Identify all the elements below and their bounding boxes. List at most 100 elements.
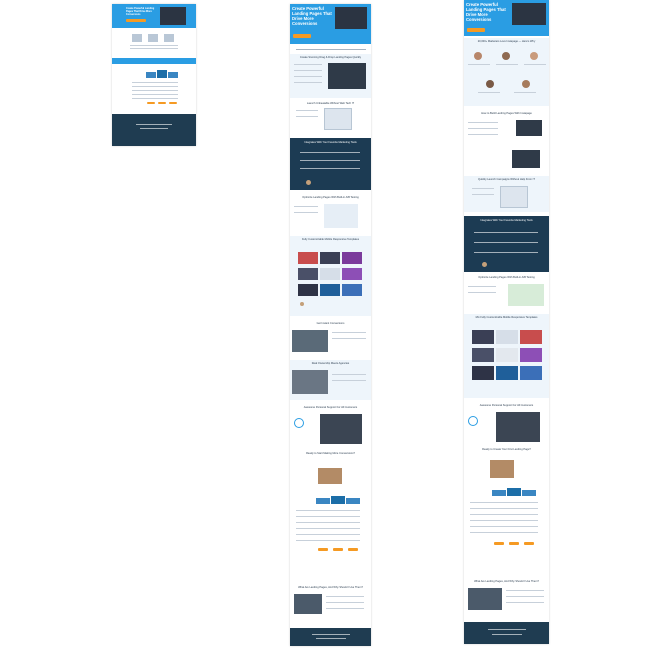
- footer: [464, 622, 549, 644]
- section-ready: Ready to Start Making More Conversions?: [290, 450, 371, 562]
- section-templates: Mix Fully Customizable Mobile Responsive…: [464, 314, 549, 398]
- builder-screenshot: [324, 108, 352, 130]
- hero-cta-button[interactable]: [467, 28, 485, 32]
- ab-test-illustration: [324, 204, 358, 228]
- section-title: Mix Fully Customizable Mobile Responsive…: [475, 316, 538, 319]
- hero-title: Create Powerful Landing Pages That Drive…: [466, 2, 506, 22]
- section-title: How to Build Landing Pages With Instapag…: [481, 112, 532, 115]
- template-thumb: [520, 348, 542, 362]
- template-thumb: [520, 330, 542, 344]
- satisfaction-badge: [294, 418, 304, 428]
- pricing-col-2: [507, 488, 521, 496]
- blue-band: [112, 58, 196, 64]
- pricing-col-3: [522, 490, 536, 496]
- hero-section: Create Powerful Landing Pages That Drive…: [464, 0, 549, 36]
- template-thumb: [472, 366, 494, 380]
- avatar-icon: [482, 262, 487, 267]
- section-title: 20,000+ Marketers Love Instapage — Here'…: [477, 40, 536, 43]
- hero-cta-button[interactable]: [126, 19, 146, 22]
- section-integrations: Integrates With Your Favorite Marketing …: [464, 216, 549, 272]
- section-drag-drop: Create Stunning Drag & Drop Landing Page…: [290, 54, 371, 98]
- template-thumb: [472, 330, 494, 344]
- pricing-button[interactable]: [524, 542, 534, 545]
- pricing-col-1: [492, 490, 506, 496]
- logo-strip: [290, 46, 371, 52]
- section-agencies: Real Ownership Meets Agencies: [290, 360, 371, 400]
- page-thumbnail-right[interactable]: Create Powerful Landing Pages That Drive…: [464, 0, 549, 644]
- pricing-button[interactable]: [169, 102, 177, 104]
- pricing-col-3: [346, 498, 360, 504]
- pricing-button[interactable]: [147, 102, 155, 104]
- hero-screen-image: [160, 7, 186, 25]
- section-title: Real Ownership Meets Agencies: [311, 362, 350, 365]
- template-thumb: [342, 252, 362, 264]
- section-launch: Quickly Launch Campaigns Without Help Fr…: [464, 176, 549, 212]
- template-thumb: [520, 366, 542, 380]
- hero-section: Create Powerful Landing Pages That Drive…: [112, 4, 196, 28]
- devices-image: [516, 120, 542, 136]
- section-title: Awesome Personal Support For All Custome…: [303, 406, 358, 409]
- section-integrations: Integrates With Your Favorite Marketing …: [290, 138, 371, 190]
- section-faq: What Are Landing Pages, And Why Should I…: [290, 584, 371, 624]
- template-thumb: [496, 330, 518, 344]
- features-section: [112, 30, 196, 54]
- pricing-button[interactable]: [158, 102, 166, 104]
- person-photo: [490, 460, 514, 478]
- template-thumb: [298, 284, 318, 296]
- person-photo: [292, 330, 328, 352]
- template-thumb: [342, 284, 362, 296]
- hero-cta-button[interactable]: [293, 34, 311, 38]
- page-thumbnail-middle[interactable]: Create Powerful Landing Pages That Drive…: [290, 4, 371, 646]
- pricing-section: [112, 66, 196, 110]
- avatar-icon: [300, 302, 304, 306]
- editor-screenshot: [328, 63, 366, 89]
- template-thumb: [496, 366, 518, 380]
- section-launch: Launch Unbeatable Without Web Tech IT: [290, 100, 371, 136]
- builder-screenshot: [500, 186, 528, 208]
- page-thumbnail-small[interactable]: Create Powerful Landing Pages That Drive…: [112, 4, 196, 146]
- video-thumbnail[interactable]: [468, 588, 502, 610]
- pricing-col-3: [168, 72, 178, 78]
- section-title: Quickly Launch Campaigns Without Help Fr…: [478, 178, 535, 181]
- section-title: Get Instant Conversions: [316, 322, 345, 325]
- section-title: What Are Landing Pages, And Why Should I…: [474, 580, 539, 583]
- devices-image: [512, 150, 540, 168]
- pricing-col-2: [157, 70, 167, 78]
- section-testimonials: 20,000+ Marketers Love Instapage — Here'…: [464, 38, 549, 106]
- person-photo: [318, 468, 342, 484]
- section-title: Launch Unbeatable Without Web Tech IT: [306, 102, 355, 105]
- pricing-button[interactable]: [509, 542, 519, 545]
- avatar-icon: [522, 80, 530, 88]
- section-title: Optimize Landing Pages With Built-in A/B…: [478, 276, 535, 279]
- hero-section: Create Powerful Landing Pages That Drive…: [290, 4, 371, 44]
- pricing-button[interactable]: [494, 542, 504, 545]
- feature-image: [164, 34, 174, 42]
- template-thumb: [298, 268, 318, 280]
- section-faq: What Are Landing Pages, And Why Should I…: [464, 578, 549, 618]
- section-ab-testing: Optimize Landing Pages With Built-in A/B…: [464, 274, 549, 314]
- section-title: Create Stunning Drag & Drop Landing Page…: [299, 56, 362, 59]
- template-thumb: [320, 268, 340, 280]
- person-photo: [292, 370, 328, 394]
- pricing-button[interactable]: [318, 548, 328, 551]
- section-title: Ready to Create Your First Landing Page?: [482, 448, 531, 451]
- pricing-button[interactable]: [333, 548, 343, 551]
- section-title: Awesome Personal Support For All Custome…: [479, 404, 534, 407]
- section-title: What Are Landing Pages, And Why Should I…: [298, 586, 363, 589]
- section-how-to-build: How to Build Landing Pages With Instapag…: [464, 110, 549, 174]
- hero-screen-image: [335, 7, 367, 29]
- team-photo: [496, 412, 540, 442]
- section-title: Integrates With Your Favorite Marketing …: [304, 141, 357, 144]
- template-thumb: [496, 348, 518, 362]
- ab-test-illustration: [508, 284, 544, 306]
- avatar-icon: [502, 52, 510, 60]
- section-ab-testing: Optimize Landing Pages With Built-in A/B…: [290, 194, 371, 234]
- avatar-icon: [474, 52, 482, 60]
- pricing-button[interactable]: [348, 548, 358, 551]
- video-thumbnail[interactable]: [294, 594, 322, 614]
- feature-image: [148, 34, 158, 42]
- section-title: Fully Customizable Mobile Responsive Tem…: [301, 238, 360, 241]
- template-thumb: [342, 268, 362, 280]
- section-conversions: Get Instant Conversions: [290, 320, 371, 356]
- section-templates: Fully Customizable Mobile Responsive Tem…: [290, 236, 371, 316]
